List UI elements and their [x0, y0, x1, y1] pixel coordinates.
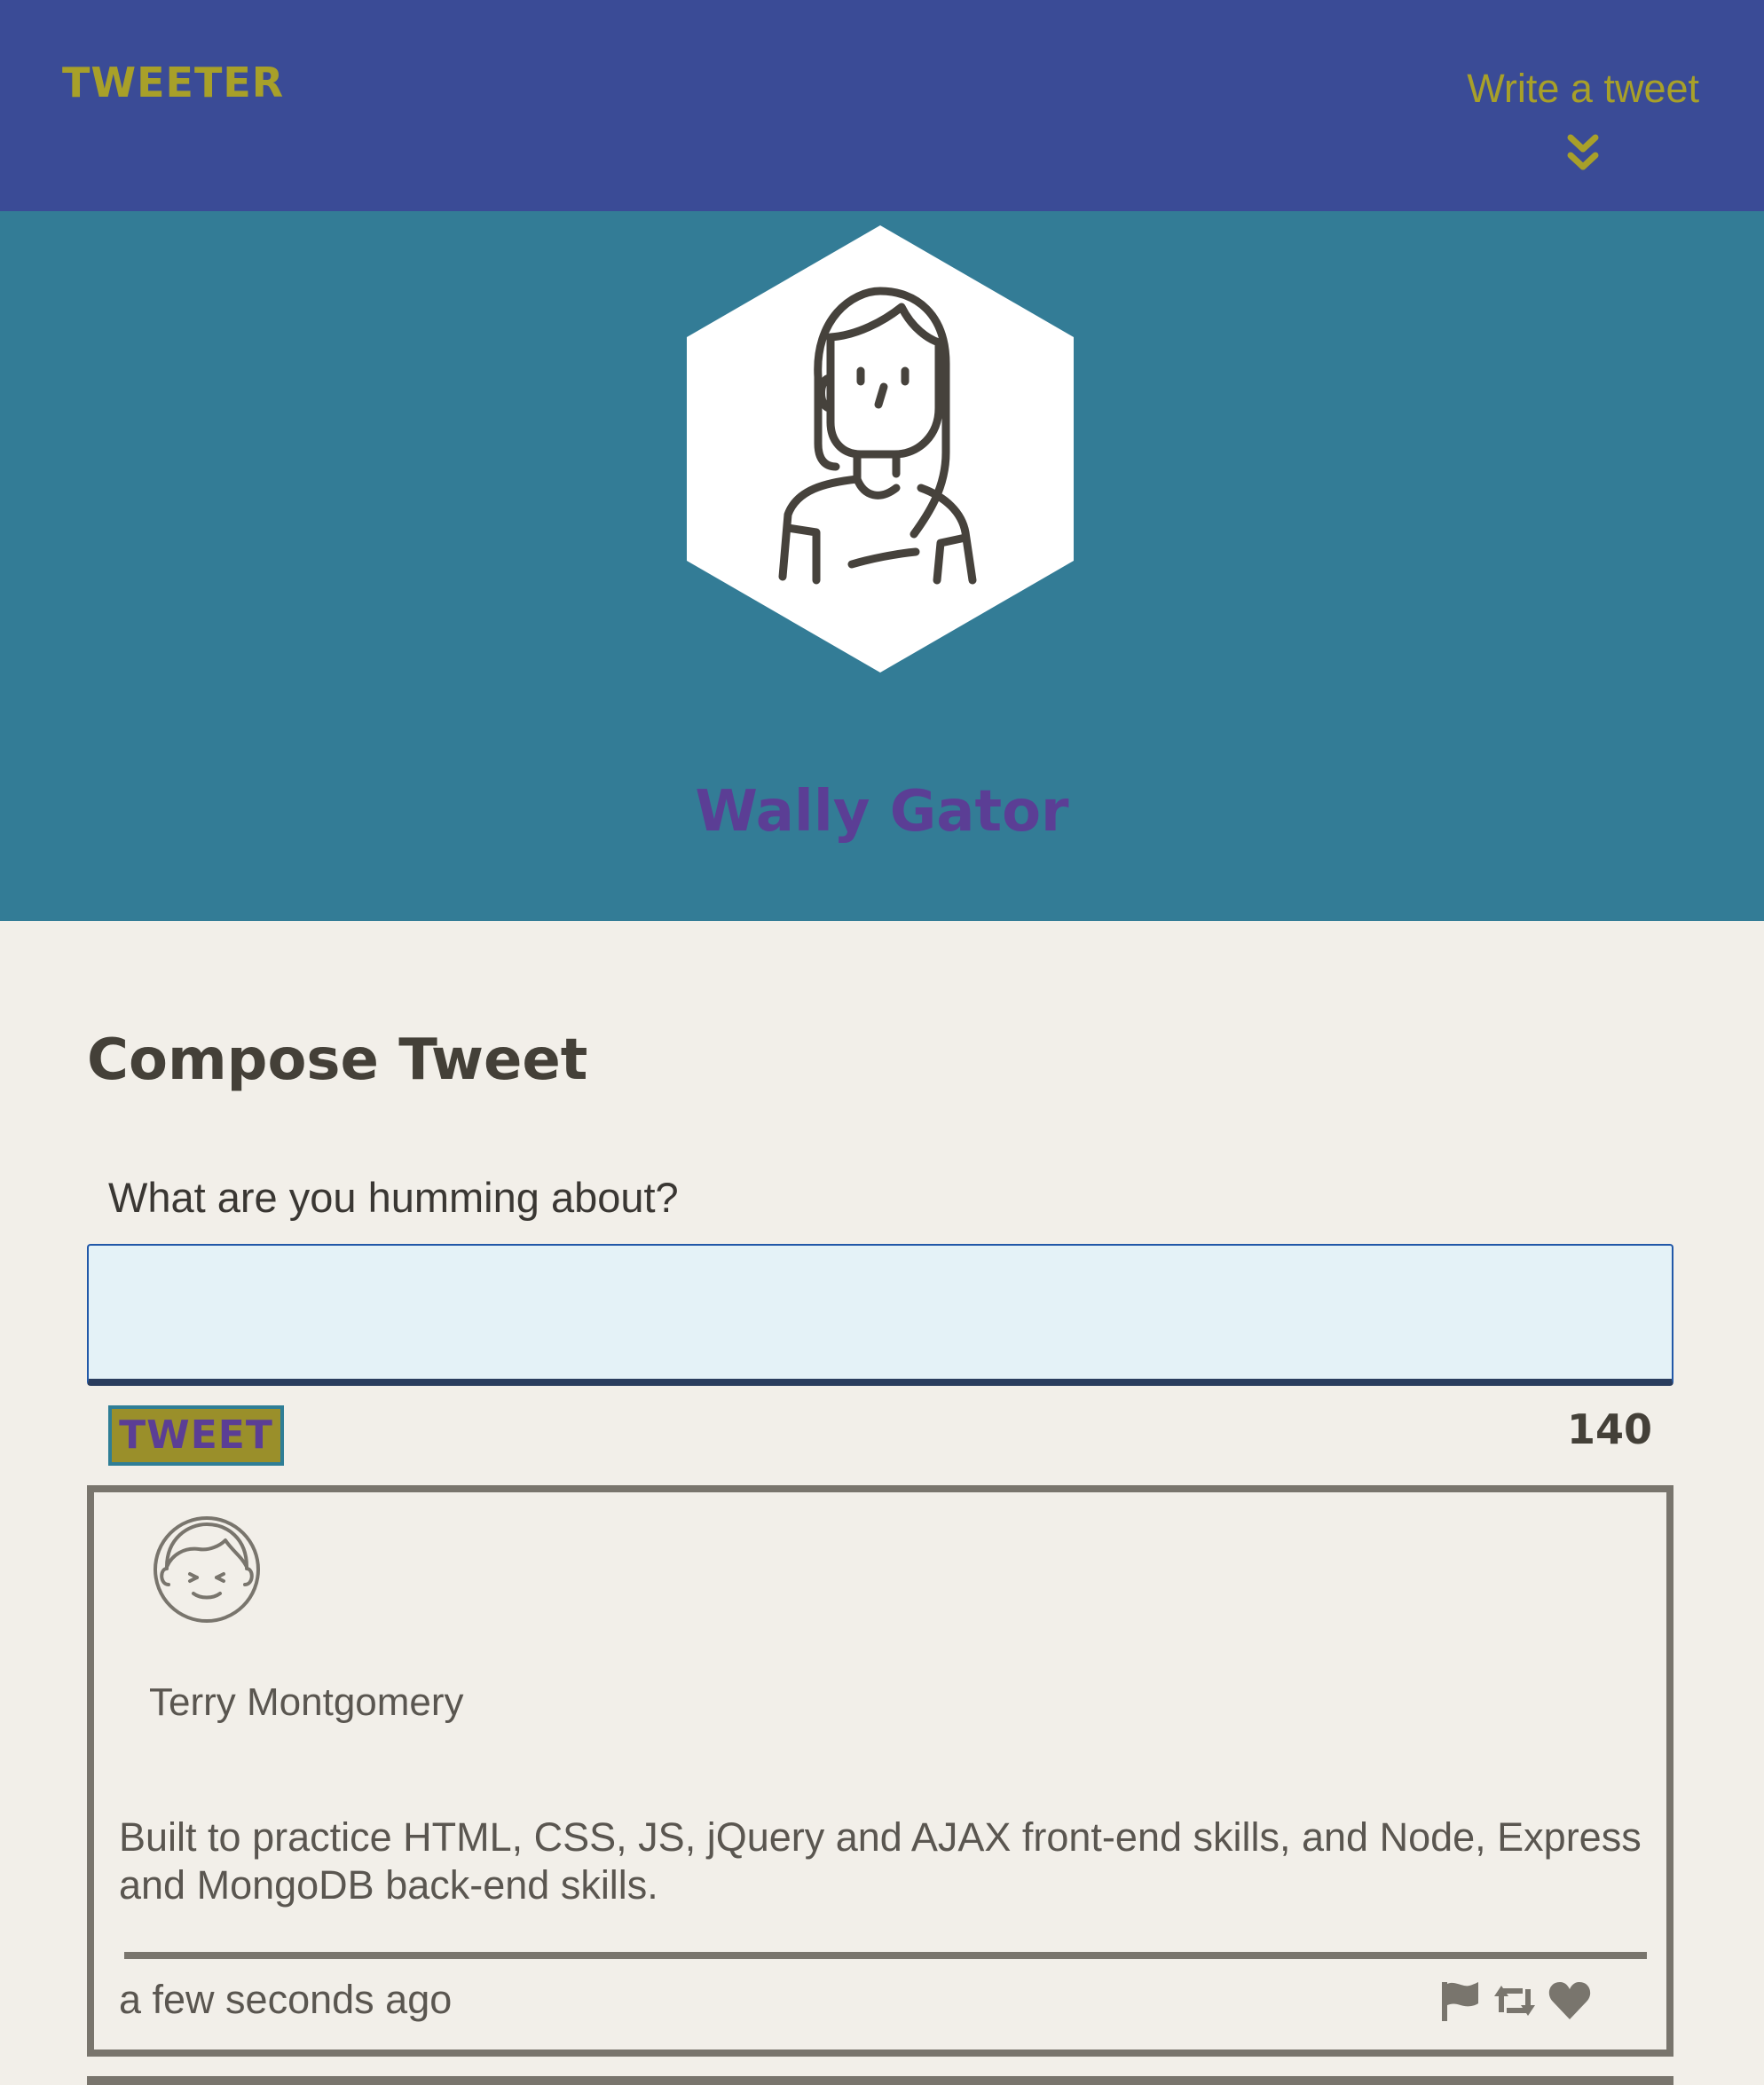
next-tweet-card-edge — [87, 2076, 1673, 2085]
man-avatar-icon — [154, 1516, 260, 1623]
top-nav: TWEETER Write a tweet — [0, 0, 1764, 211]
tweet-author: Terry Montgomery — [149, 1680, 464, 1724]
brand-logo[interactable]: TWEETER — [62, 59, 284, 106]
char-counter: 140 — [1566, 1405, 1652, 1453]
heart-icon[interactable] — [1547, 1979, 1592, 2023]
tweet-actions — [1437, 1979, 1592, 2023]
compose-label: What are you humming about? — [108, 1174, 679, 1221]
tweet-textarea[interactable] — [87, 1244, 1673, 1386]
tweet-timestamp: a few seconds ago — [119, 1977, 453, 2022]
compose-title: Compose Tweet — [87, 1027, 588, 1093]
tweet-divider — [124, 1952, 1647, 1959]
woman-avatar-icon — [687, 225, 1074, 673]
flag-icon[interactable] — [1437, 1979, 1482, 2023]
tweet-card: Terry Montgomery Built to practice HTML,… — [87, 1485, 1673, 2057]
double-chevron-down-icon[interactable] — [1565, 132, 1601, 173]
profile-banner: Wally Gator — [0, 211, 1764, 921]
tweet-content: Built to practice HTML, CSS, JS, jQuery … — [119, 1814, 1642, 1908]
retweet-icon[interactable] — [1492, 1979, 1537, 2023]
write-tweet-label[interactable]: Write a tweet — [1467, 58, 1699, 120]
profile-name: Wally Gator — [695, 779, 1069, 845]
write-tweet-toggle[interactable]: Write a tweet — [1467, 58, 1699, 173]
tweet-submit-button[interactable]: TWEET — [108, 1405, 284, 1466]
